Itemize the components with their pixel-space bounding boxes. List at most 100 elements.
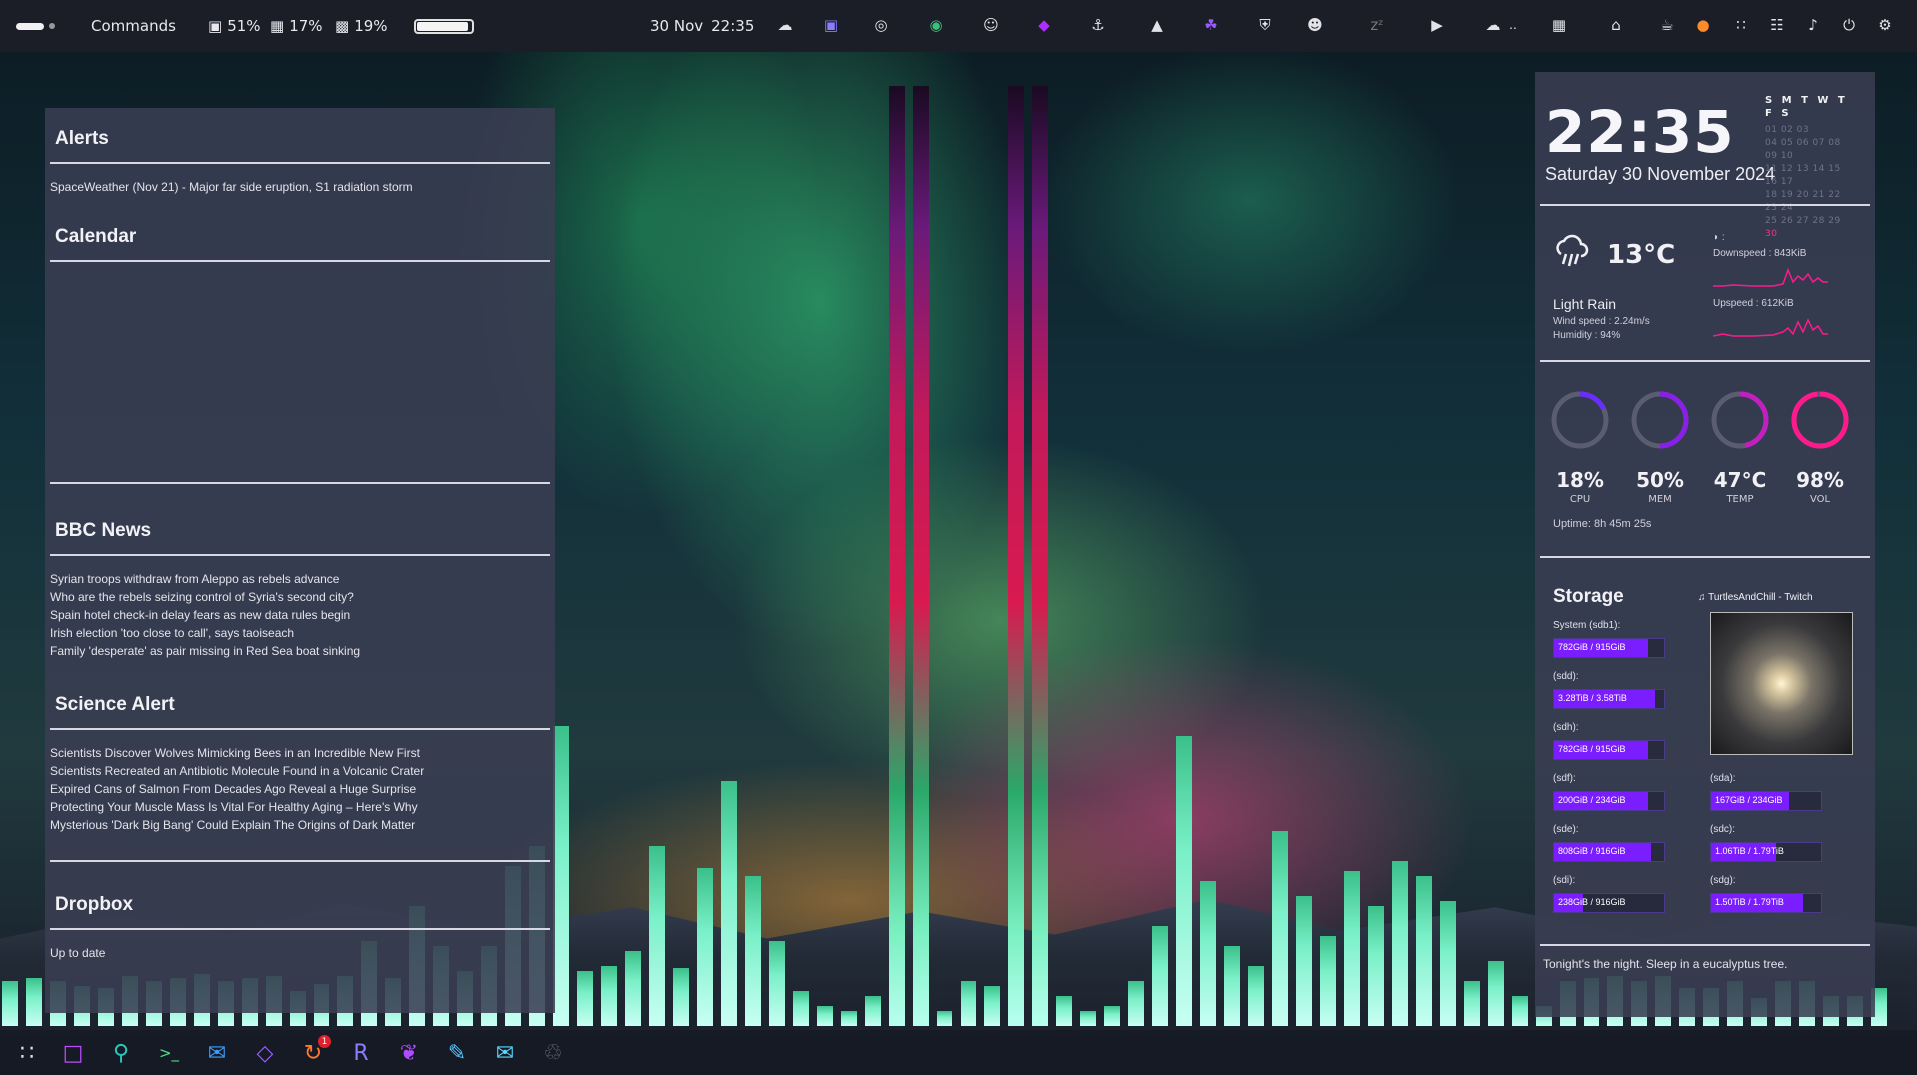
storage-item[interactable]: (sdf): 200GiB / 234GiB	[1553, 773, 1665, 811]
mini-calendar-week: 11 12 13 14 15 16 17	[1765, 164, 1841, 187]
storage-name: System (sdb1):	[1553, 620, 1621, 631]
app-icon[interactable]: ◆	[1033, 14, 1055, 36]
gauge-vol: 98% VOL	[1785, 388, 1855, 505]
science-news-item[interactable]: Scientists Discover Wolves Mimicking Bee…	[50, 744, 420, 762]
visualizer-bar	[912, 86, 929, 1026]
disk-indicator[interactable]: ▩ 19%	[335, 0, 388, 52]
gauge-mem: 50% MEM	[1625, 388, 1695, 505]
network-icon-label: ◗ :	[1713, 232, 1725, 243]
mini-calendar-week: 25 26 27 28 29 30	[1765, 216, 1841, 239]
storage-item[interactable]: System (sdb1): 782GiB / 915GiB	[1553, 620, 1665, 658]
storage-item[interactable]: (sda): 167GiB / 234GiB	[1710, 773, 1822, 811]
commands-label: Commands	[91, 17, 176, 35]
storage-item[interactable]: (sde): 808GiB / 916GiB	[1553, 824, 1665, 862]
cpu-value: 17%	[289, 17, 323, 35]
storage-name: (sdc):	[1710, 824, 1735, 835]
ghost-icon[interactable]: ▣	[820, 14, 842, 36]
chat-icon[interactable]: ❦	[394, 1038, 424, 1068]
sleep-icon[interactable]: zᶻ	[1366, 14, 1388, 36]
science-news-item[interactable]: Scientists Recreated an Antibiotic Molec…	[50, 762, 424, 780]
volume-icon[interactable]: ♪	[1802, 14, 1824, 36]
obsidian-icon[interactable]: ◇	[250, 1038, 280, 1068]
dock: ∷ □ ⚲ >_ ✉ ◇ ↻ 1 R ❦ ✎ ✉ ♲	[0, 1030, 1917, 1075]
bbc-news-item[interactable]: Who are the rebels seizing control of Sy…	[50, 588, 354, 606]
storage-name: (sde):	[1553, 824, 1579, 835]
big-clock: 22:35	[1545, 98, 1735, 166]
gauges-divider	[1540, 556, 1870, 558]
storage-usage: 200GiB / 234GiB	[1558, 795, 1626, 805]
rain-cloud-icon	[1556, 234, 1589, 267]
shield-icon[interactable]: ⛨	[1254, 14, 1276, 36]
commands-button[interactable]: Commands	[91, 0, 176, 52]
docker-icon[interactable]: ⚓	[1087, 14, 1109, 36]
storage-item[interactable]: (sdh): 782GiB / 915GiB	[1553, 722, 1665, 760]
folder-icon[interactable]: □	[58, 1038, 88, 1068]
storage-item[interactable]: (sdi): 238GiB / 916GiB	[1553, 875, 1665, 913]
workspace-indicator[interactable]	[16, 0, 55, 52]
disk-icon: ▩	[335, 17, 350, 35]
weather-divider	[1540, 360, 1870, 362]
git-icon[interactable]: ◉	[925, 14, 947, 36]
weather-icon[interactable]: ☁	[774, 14, 796, 36]
home-icon[interactable]: ⌂	[1605, 14, 1627, 36]
science-news-item[interactable]: Protecting Your Muscle Mass Is Vital For…	[50, 798, 418, 816]
downspeed-label: Downspeed : 843KiB	[1713, 248, 1807, 259]
storage-item[interactable]: (sdc): 1.06TiB / 1.79TiB	[1710, 824, 1822, 862]
storage-bar: 782GiB / 915GiB	[1553, 638, 1665, 658]
update-icon[interactable]: ↻ 1	[298, 1035, 331, 1068]
storage-item[interactable]: (sdd): 3.28TiB / 3.58TiB	[1553, 671, 1665, 709]
cpu-indicator[interactable]: ▦ 17%	[270, 0, 323, 52]
tree-icon[interactable]: ☘	[1200, 14, 1222, 36]
app-grid-icon[interactable]: ∷	[12, 1038, 42, 1068]
microphone-icon[interactable]: ●	[1692, 14, 1714, 36]
storage-name: (sdd):	[1553, 671, 1579, 682]
storage-usage: 167GiB / 234GiB	[1715, 795, 1783, 805]
settings-icon[interactable]: ⚙	[1874, 14, 1896, 36]
science-news-item[interactable]: Expired Cans of Salmon From Decades Ago …	[50, 780, 416, 798]
humidity: Humidity : 94%	[1553, 330, 1621, 341]
bbc-news-item[interactable]: Family 'desperate' as pair missing in Re…	[50, 642, 360, 660]
bbc-news-item[interactable]: Syrian troops withdraw from Aleppo as re…	[50, 570, 339, 588]
apps-grid-icon[interactable]: ∷	[1730, 14, 1752, 36]
edit-icon[interactable]: ✎	[442, 1038, 472, 1068]
upspeed-label: Upspeed : 612KiB	[1713, 298, 1794, 309]
storage-item[interactable]: (sdg): 1.50TiB / 1.79TiB	[1710, 875, 1822, 913]
bbc-news-item[interactable]: Spain hotel check-in delay fears as new …	[50, 606, 350, 624]
storage-name: (sdh):	[1553, 722, 1579, 733]
layout-icon[interactable]: ▦	[1548, 14, 1570, 36]
clock-display[interactable]: 30 Nov 22:35	[650, 0, 754, 52]
battery-indicator[interactable]	[414, 0, 474, 52]
search-icon[interactable]: ⚲	[106, 1038, 136, 1068]
coffee-icon[interactable]: ☕	[1656, 14, 1678, 36]
topbar-date: 30 Nov	[650, 17, 704, 35]
gauge-value: 50%	[1636, 468, 1684, 492]
visualizer-bar	[888, 86, 905, 1026]
power-icon[interactable]: ⏻	[1838, 14, 1860, 36]
r-icon[interactable]: R	[346, 1038, 376, 1068]
storage-name: (sda):	[1710, 773, 1736, 784]
ram-indicator[interactable]: ▣ 51%	[208, 0, 261, 52]
storage-usage: 1.06TiB / 1.79TiB	[1715, 846, 1784, 856]
stream-thumbnail[interactable]	[1710, 612, 1853, 755]
bbc-news-item[interactable]: Irish election 'too close to call', says…	[50, 624, 294, 642]
media-play-icon[interactable]: ▶	[1426, 14, 1448, 36]
gauge-ring	[1631, 391, 1689, 449]
network-tree-icon[interactable]: ☷	[1766, 14, 1788, 36]
mail-icon[interactable]: ✉	[202, 1038, 232, 1068]
storage-bar: 1.06TiB / 1.79TiB	[1710, 842, 1822, 862]
face-icon[interactable]: ☻	[1304, 14, 1326, 36]
right-info-panel: 22:35 Saturday 30 November 2024 S M T W …	[1535, 72, 1875, 1017]
storage-title: Storage	[1553, 586, 1624, 607]
bbc-divider	[50, 554, 550, 556]
target-icon[interactable]: ◎	[870, 14, 892, 36]
memory-icon: ▣	[208, 17, 223, 35]
terminal-icon[interactable]: >_	[154, 1038, 184, 1068]
mini-calendar-header: S M T W T F S	[1765, 95, 1848, 119]
cloud-icon[interactable]: ☁	[1482, 14, 1504, 36]
network-icon[interactable]: ▲	[1146, 14, 1168, 36]
science-news-item[interactable]: Mysterious 'Dark Big Bang' Could Explain…	[50, 816, 415, 834]
tray-overflow-indicator[interactable]: ..	[1502, 14, 1524, 36]
trash-icon[interactable]: ♲	[538, 1038, 568, 1068]
discord-icon[interactable]: ☺	[980, 14, 1002, 36]
message-icon[interactable]: ✉	[490, 1038, 520, 1068]
